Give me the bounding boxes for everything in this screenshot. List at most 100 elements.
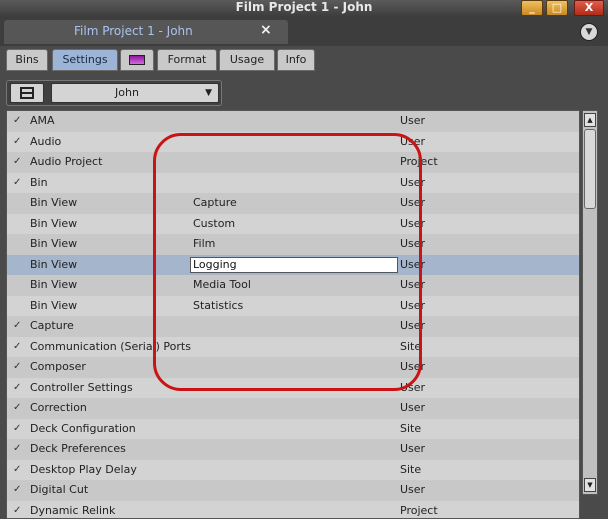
setting-name: Bin View bbox=[30, 257, 78, 271]
setting-scope: User bbox=[400, 257, 426, 271]
setting-name: Controller Settings bbox=[30, 380, 133, 394]
maximize-button[interactable]: □ bbox=[546, 0, 568, 16]
setting-subname: Film bbox=[193, 237, 216, 250]
user-select[interactable]: John ▼ bbox=[51, 83, 219, 103]
minimize-button[interactable]: _ bbox=[521, 0, 543, 16]
fast-menu-icon[interactable]: ▼ bbox=[580, 23, 598, 41]
color-swatch-icon bbox=[129, 55, 145, 65]
tab-info[interactable]: Info bbox=[277, 49, 315, 71]
settings-row[interactable]: ✓ Deck Configuration Site bbox=[7, 418, 579, 439]
tab-format[interactable]: Format bbox=[157, 49, 217, 71]
checkmark-icon: ✓ bbox=[13, 463, 22, 475]
settings-row[interactable]: ✓ Correction User bbox=[7, 398, 579, 419]
settings-row[interactable]: Bin View Logging User bbox=[7, 254, 579, 275]
window-title: Film Project 1 - John bbox=[235, 0, 373, 14]
settings-row[interactable]: ✓ Composer User bbox=[7, 357, 579, 378]
tab-bins[interactable]: Bins bbox=[6, 49, 48, 71]
setting-subname: Custom bbox=[193, 216, 236, 230]
project-tab[interactable]: Film Project 1 - John × bbox=[4, 20, 288, 44]
checkmark-icon: ✓ bbox=[13, 135, 22, 147]
user-select-value: John bbox=[115, 86, 139, 99]
setting-scope: User bbox=[400, 298, 426, 312]
close-icon[interactable]: × bbox=[260, 22, 272, 38]
setting-subname: Capture bbox=[193, 196, 237, 209]
close-window-button[interactable]: X bbox=[574, 0, 604, 16]
settings-row[interactable]: ✓ AMA User bbox=[7, 111, 579, 132]
setting-scope: Site bbox=[400, 421, 422, 435]
checkmark-icon: ✓ bbox=[13, 176, 22, 188]
settings-row[interactable]: Bin View Media Tool User bbox=[7, 275, 579, 296]
chevron-down-icon: ▼ bbox=[205, 88, 212, 98]
settings-row[interactable]: ✓ Controller Settings User bbox=[7, 377, 579, 398]
settings-row[interactable]: ✓ Digital Cut User bbox=[7, 480, 579, 501]
checkmark-icon: ✓ bbox=[13, 422, 22, 434]
setting-name-edit-field[interactable]: Logging bbox=[190, 256, 398, 273]
setting-name: Correction bbox=[30, 401, 87, 414]
setting-name: Bin View bbox=[30, 278, 78, 291]
settings-list[interactable]: ✓ AMA User ✓ Audio User ✓ Audio Project Project ✓… bbox=[6, 110, 580, 519]
checkmark-icon: ✓ bbox=[13, 484, 22, 495]
settings-row[interactable]: Bin View Capture User bbox=[7, 193, 579, 214]
setting-name: AMA bbox=[30, 114, 55, 127]
setting-name: Audio Project bbox=[30, 155, 103, 168]
project-tab-label: Film Project 1 - John bbox=[74, 24, 193, 38]
setting-subname: Statistics bbox=[193, 298, 244, 312]
settings-row[interactable]: Bin View Statistics User bbox=[7, 295, 579, 316]
setting-name: Deck Configuration bbox=[30, 421, 136, 435]
setting-name: Bin View bbox=[30, 196, 78, 209]
setting-name: Bin View bbox=[30, 216, 78, 230]
vertical-scrollbar[interactable]: ▲ ▼ bbox=[582, 110, 598, 495]
checkmark-icon: ✓ bbox=[13, 443, 22, 454]
setting-scope: User bbox=[400, 442, 426, 455]
tab-usage[interactable]: Usage bbox=[219, 49, 275, 71]
settings-row[interactable]: ✓ Audio Project Project bbox=[7, 152, 579, 173]
setting-name: Bin View bbox=[30, 298, 78, 312]
checkmark-icon: ✓ bbox=[13, 115, 22, 126]
setting-scope: User bbox=[400, 175, 426, 189]
setting-name: Bin View bbox=[30, 237, 78, 250]
scroll-down-button[interactable]: ▼ bbox=[584, 478, 596, 492]
settings-row[interactable]: Bin View Custom User bbox=[7, 213, 579, 234]
settings-row[interactable]: ✓ Deck Preferences User bbox=[7, 439, 579, 460]
checkmark-icon: ✓ bbox=[13, 402, 22, 413]
setting-scope: User bbox=[400, 278, 426, 291]
settings-row[interactable]: ✓ Desktop Play Delay Site bbox=[7, 459, 579, 480]
settings-row[interactable]: Bin View Film User bbox=[7, 234, 579, 255]
setting-scope: Project bbox=[400, 155, 438, 168]
window-title-bar: Film Project 1 - John _ □ X bbox=[0, 0, 608, 16]
tab-settings[interactable]: Settings bbox=[52, 49, 118, 71]
settings-row[interactable]: ✓ Capture User bbox=[7, 316, 579, 337]
settings-row[interactable]: ✓ Audio User bbox=[7, 131, 579, 152]
setting-name: Audio bbox=[30, 134, 62, 148]
setting-name: Communication (Serial) Ports bbox=[30, 339, 191, 353]
setting-name: Capture bbox=[30, 319, 74, 332]
scroll-thumb[interactable] bbox=[584, 129, 596, 209]
setting-scope: Site bbox=[400, 462, 422, 476]
checkmark-icon: ✓ bbox=[13, 320, 22, 331]
settings-row[interactable]: ✓ Communication (Serial) Ports Site bbox=[7, 336, 579, 357]
setting-name: Desktop Play Delay bbox=[30, 462, 137, 476]
setting-subname: Media Tool bbox=[193, 278, 251, 291]
setting-name: Deck Preferences bbox=[30, 442, 126, 455]
setting-name: Bin bbox=[30, 175, 48, 189]
setting-scope: Project bbox=[400, 503, 438, 517]
setting-scope: User bbox=[400, 196, 426, 209]
checkmark-icon: ✓ bbox=[13, 340, 22, 352]
checkmark-icon: ✓ bbox=[13, 361, 22, 372]
setting-scope: User bbox=[400, 380, 426, 394]
setting-scope: User bbox=[400, 401, 426, 414]
settings-row[interactable]: ✓ Bin User bbox=[7, 172, 579, 193]
checkmark-icon: ✓ bbox=[13, 504, 22, 516]
settings-view-icon[interactable] bbox=[10, 83, 44, 103]
checkmark-icon: ✓ bbox=[13, 156, 22, 167]
project-tabs: Bins Settings Format Usage Info bbox=[0, 46, 608, 74]
setting-scope: User bbox=[400, 483, 426, 496]
setting-name: Dynamic Relink bbox=[30, 503, 116, 517]
settings-row[interactable]: ✓ Dynamic Relink Project bbox=[7, 500, 579, 518]
setting-name: Composer bbox=[30, 360, 86, 373]
tab-color[interactable] bbox=[120, 49, 154, 71]
setting-scope: User bbox=[400, 319, 426, 332]
setting-scope: Site bbox=[400, 339, 422, 353]
project-tab-bar: Film Project 1 - John × ▼ bbox=[0, 16, 608, 46]
scroll-up-button[interactable]: ▲ bbox=[584, 113, 596, 127]
